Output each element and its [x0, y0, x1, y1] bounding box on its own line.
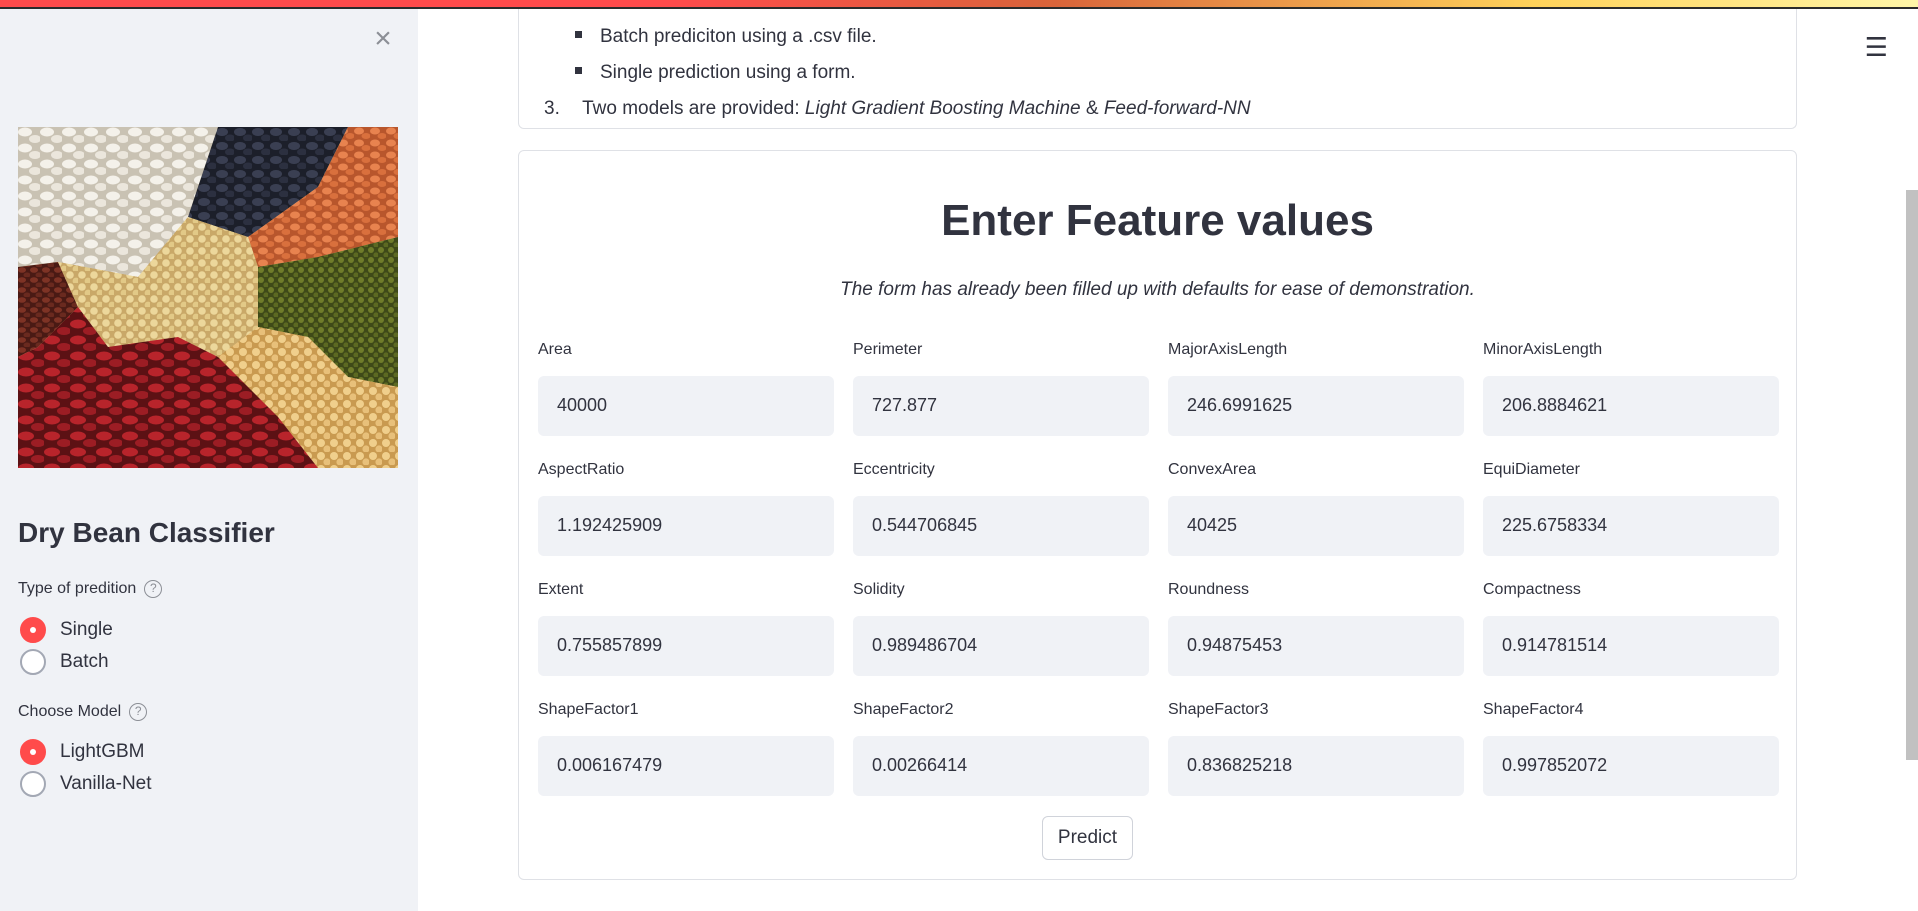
field-minor-axis-length: MinorAxisLength 206.8884621 — [1483, 341, 1779, 436]
radio-lightgbm-label: LightGBM — [60, 741, 145, 762]
radio-single-label: Single — [60, 619, 113, 640]
field-label: Extent — [538, 581, 584, 598]
choose-model-label-text: Choose Model — [18, 703, 122, 720]
field-aspect-ratio: AspectRatio 1.192425909 — [538, 461, 834, 556]
main-content: ☰ Batch prediciton using a .csv file. Si… — [418, 0, 1918, 911]
field-extent: Extent 0.755857899 — [538, 581, 834, 676]
feature-form: Enter Feature values The form has alread… — [518, 150, 1797, 880]
hamburger-menu-icon[interactable]: ☰ — [1865, 32, 1888, 63]
field-shape-factor-4: ShapeFactor4 0.997852072 — [1483, 701, 1779, 796]
field-shape-factor-1: ShapeFactor1 0.006167479 — [538, 701, 834, 796]
extent-input[interactable]: 0.755857899 — [538, 616, 834, 676]
field-area: Area 40000 — [538, 341, 834, 436]
item-number: 3. — [544, 98, 560, 119]
models-amp: & — [1080, 98, 1104, 119]
field-major-axis-length: MajorAxisLength 246.6991625 — [1168, 341, 1464, 436]
perimeter-input[interactable]: 727.877 — [853, 376, 1149, 436]
radio-unselected-icon[interactable] — [20, 649, 46, 675]
radio-unselected-icon[interactable] — [20, 771, 46, 797]
field-label: MajorAxisLength — [1168, 341, 1288, 358]
field-label: ShapeFactor3 — [1168, 701, 1269, 718]
compactness-input[interactable]: 0.914781514 — [1483, 616, 1779, 676]
aspect-ratio-input[interactable]: 1.192425909 — [538, 496, 834, 556]
field-convex-area: ConvexArea 40425 — [1168, 461, 1464, 556]
field-label: AspectRatio — [538, 461, 625, 478]
bullet-single-text: Single prediction using a form. — [600, 62, 856, 83]
model-name-ffnn: Feed-forward-NN — [1103, 98, 1251, 119]
top-decoration-stripe — [0, 0, 1918, 9]
bullet-icon — [575, 31, 582, 39]
field-label: Area — [538, 341, 572, 358]
field-eccentricity: Eccentricity 0.544706845 — [853, 461, 1149, 556]
shape-factor-3-input[interactable]: 0.836825218 — [1168, 736, 1464, 796]
form-title: Enter Feature values — [941, 196, 1374, 245]
close-icon[interactable]: × — [370, 24, 396, 54]
field-label: ShapeFactor1 — [538, 701, 639, 718]
radio-selected-icon[interactable] — [20, 617, 46, 643]
radio-single[interactable]: Single — [20, 617, 113, 643]
roundness-input[interactable]: 0.94875453 — [1168, 616, 1464, 676]
field-roundness: Roundness 0.94875453 — [1168, 581, 1464, 676]
prediction-type-label: Type of predition ? — [18, 580, 163, 598]
solidity-input[interactable]: 0.989486704 — [853, 616, 1149, 676]
field-label: Eccentricity — [853, 461, 935, 478]
radio-batch[interactable]: Batch — [20, 649, 109, 675]
radio-lightgbm[interactable]: LightGBM — [20, 739, 144, 765]
minor-axis-length-input[interactable]: 206.8884621 — [1483, 376, 1779, 436]
beans-image — [18, 127, 398, 468]
description-bullet-single: Single prediction using a form. — [575, 62, 856, 84]
field-solidity: Solidity 0.989486704 — [853, 581, 1149, 676]
field-label: ShapeFactor4 — [1483, 701, 1584, 718]
field-label: ShapeFactor2 — [853, 701, 954, 718]
bullet-batch-text: Batch prediciton using a .csv file. — [600, 26, 877, 47]
eccentricity-input[interactable]: 0.544706845 — [853, 496, 1149, 556]
form-subtitle: The form has already been filled up with… — [840, 279, 1475, 300]
shape-factor-2-input[interactable]: 0.00266414 — [853, 736, 1149, 796]
field-shape-factor-2: ShapeFactor2 0.00266414 — [853, 701, 1149, 796]
field-label: MinorAxisLength — [1483, 341, 1603, 358]
field-shape-factor-3: ShapeFactor3 0.836825218 — [1168, 701, 1464, 796]
radio-selected-icon[interactable] — [20, 739, 46, 765]
help-icon[interactable]: ? — [129, 703, 148, 721]
bullet-icon — [575, 67, 582, 75]
field-label: Roundness — [1168, 581, 1249, 598]
description-box: Batch prediciton using a .csv file. Sing… — [518, 0, 1797, 129]
area-input[interactable]: 40000 — [538, 376, 834, 436]
convex-area-input[interactable]: 40425 — [1168, 496, 1464, 556]
sidebar: × Dry Bean Classifier Type of predition … — [0, 0, 418, 911]
radio-batch-label: Batch — [60, 651, 109, 672]
equi-diameter-input[interactable]: 225.6758334 — [1483, 496, 1779, 556]
description-bullet-batch: Batch prediciton using a .csv file. — [575, 26, 877, 48]
shape-factor-4-input[interactable]: 0.997852072 — [1483, 736, 1779, 796]
models-prefix: Two models are provided: — [582, 98, 805, 119]
predict-button[interactable]: Predict — [1042, 816, 1133, 860]
prediction-type-label-text: Type of predition — [18, 580, 137, 597]
choose-model-label: Choose Model ? — [18, 703, 148, 721]
field-label: Perimeter — [853, 341, 923, 358]
field-label: Compactness — [1483, 581, 1581, 598]
field-equi-diameter: EquiDiameter 225.6758334 — [1483, 461, 1779, 556]
field-label: EquiDiameter — [1483, 461, 1580, 478]
app-title: Dry Bean Classifier — [18, 517, 275, 548]
shape-factor-1-input[interactable]: 0.006167479 — [538, 736, 834, 796]
field-perimeter: Perimeter 727.877 — [853, 341, 1149, 436]
scrollbar-thumb[interactable] — [1906, 190, 1918, 760]
description-item-models: 3. Two models are provided: Light Gradie… — [544, 98, 1251, 120]
model-name-lgbm: Light Gradient Boosting Machine — [804, 98, 1081, 119]
major-axis-length-input[interactable]: 246.6991625 — [1168, 376, 1464, 436]
radio-vanilla-net-label: Vanilla-Net — [60, 773, 152, 794]
field-compactness: Compactness 0.914781514 — [1483, 581, 1779, 676]
help-icon[interactable]: ? — [144, 580, 163, 598]
field-label: Solidity — [853, 581, 905, 598]
field-label: ConvexArea — [1168, 461, 1257, 478]
radio-vanilla-net[interactable]: Vanilla-Net — [20, 771, 152, 797]
